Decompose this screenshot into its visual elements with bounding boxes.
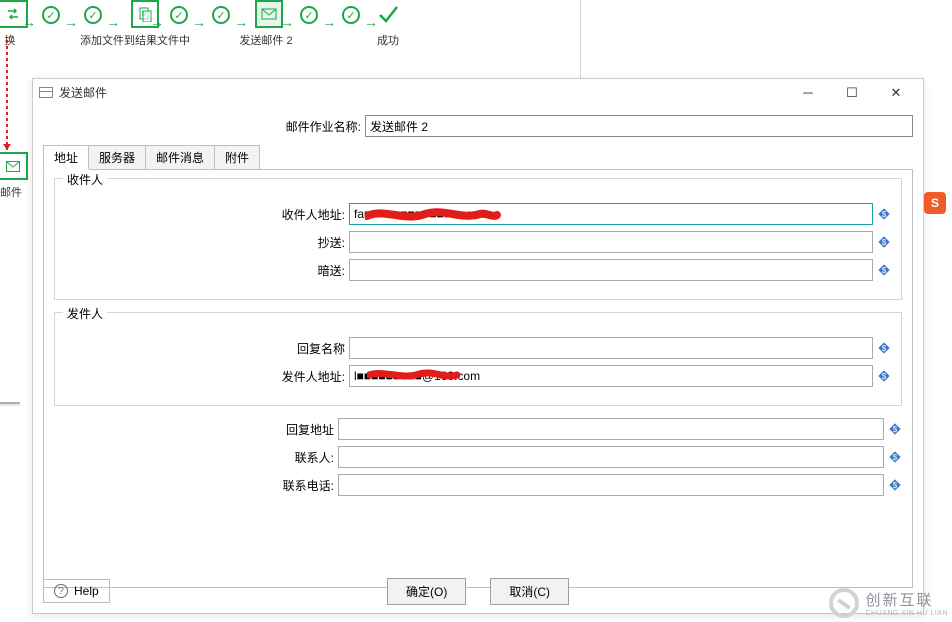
phone-input[interactable] (338, 474, 884, 496)
arrow-icon: → (280, 14, 294, 30)
maximize-button[interactable]: ☐ (839, 83, 865, 103)
svg-text:$: $ (893, 453, 898, 462)
workflow-node-addfile[interactable]: 添加文件到结果文件中 (110, 0, 180, 48)
job-name-label: 邮件作业名称: (43, 118, 365, 135)
bcc-input[interactable] (349, 259, 873, 281)
node-label: 成功 (368, 32, 408, 48)
bcc-label: 暗送: (65, 262, 349, 279)
phone-label: 联系电话: (54, 477, 338, 494)
variable-button[interactable]: $ (877, 263, 891, 277)
dialog-titlebar: 发送邮件 ─ ☐ ✕ (33, 79, 923, 107)
variable-button[interactable]: $ (877, 235, 891, 249)
send-mail-dialog: 发送邮件 ─ ☐ ✕ 邮件作业名称: 地址 服务器 邮件消息 附件 收件人 收件… (32, 78, 924, 614)
check-icon: ✓ (170, 6, 188, 24)
job-name-input[interactable] (365, 115, 913, 137)
brand-name-cn: 创新互联 (865, 589, 948, 610)
contact-input[interactable] (338, 446, 884, 468)
reply-name-input[interactable] (349, 337, 873, 359)
tab-panel-address: 收件人 收件人地址: $ 抄送: $ 暗送: $ (43, 170, 913, 588)
tab-bar: 地址 服务器 邮件消息 附件 (43, 145, 913, 170)
sogou-ime-icon[interactable]: S (924, 192, 946, 214)
node-label: 邮件 (0, 184, 28, 200)
variable-button[interactable]: $ (877, 341, 891, 355)
variable-button[interactable]: $ (888, 450, 902, 464)
node-label: 添加文件到结果文件中 (80, 32, 180, 48)
from-input[interactable] (349, 365, 873, 387)
help-icon: ? (54, 584, 68, 598)
variable-button[interactable]: $ (888, 422, 902, 436)
check-icon: ✓ (42, 6, 60, 24)
svg-text:$: $ (882, 372, 887, 381)
tab-attachment[interactable]: 附件 (214, 145, 260, 169)
ok-button[interactable]: 确定(O) (387, 578, 466, 605)
help-button[interactable]: ? Help (43, 579, 110, 603)
variable-button[interactable]: $ (877, 369, 891, 383)
reply-addr-label: 回复地址 (54, 421, 338, 438)
mail-icon (261, 8, 277, 20)
arrow-icon: → (192, 14, 206, 30)
sender-group: 发件人 回复名称 $ 发件人地址: $ (54, 312, 902, 406)
svg-text:$: $ (882, 238, 887, 247)
svg-text:$: $ (882, 344, 887, 353)
close-button[interactable]: ✕ (883, 83, 909, 103)
tab-address[interactable]: 地址 (43, 145, 89, 170)
reply-name-label: 回复名称 (65, 340, 349, 357)
tab-message[interactable]: 邮件消息 (145, 145, 215, 169)
workflow-node-partial[interactable]: 换 (0, 0, 20, 48)
minimize-button[interactable]: ─ (795, 83, 821, 103)
dialog-footer: ? Help 确定(O) 取消(C) (43, 579, 913, 603)
arrow-icon: → (322, 14, 336, 30)
checkmark-icon (376, 2, 400, 26)
workflow-node-mail-side[interactable]: 邮件 (0, 152, 28, 200)
connector-line (3, 40, 13, 150)
cc-label: 抄送: (65, 234, 349, 251)
node-label: 换 (0, 32, 20, 48)
brand-name-py: CHUANG XIN HU LIAN (865, 610, 948, 617)
dialog-title: 发送邮件 (59, 84, 107, 101)
variable-button[interactable]: $ (888, 478, 902, 492)
svg-text:$: $ (893, 481, 898, 490)
group-title: 发件人 (63, 305, 107, 322)
arrow-icon: → (22, 14, 36, 30)
brand-watermark: 创新互联 CHUANG XIN HU LIAN (829, 588, 948, 618)
recipient-group: 收件人 收件人地址: $ 抄送: $ 暗送: $ (54, 178, 902, 300)
to-label: 收件人地址: (65, 206, 349, 223)
variable-button[interactable]: $ (877, 207, 891, 221)
group-title: 收件人 (63, 171, 107, 188)
tab-server[interactable]: 服务器 (88, 145, 146, 169)
check-icon: ✓ (212, 6, 230, 24)
help-label: Help (74, 584, 99, 598)
mail-icon (39, 87, 53, 98)
node-label: 发送邮件 2 (238, 32, 294, 48)
arrow-icon: → (64, 14, 78, 30)
svg-text:$: $ (893, 425, 898, 434)
arrow-icon: → (150, 14, 164, 30)
mail-icon (6, 161, 20, 172)
divider (0, 402, 20, 406)
to-input[interactable] (349, 203, 873, 225)
brand-logo-icon (829, 588, 859, 618)
check-icon: ✓ (84, 6, 102, 24)
check-icon: ✓ (300, 6, 318, 24)
svg-text:$: $ (882, 210, 887, 219)
from-label: 发件人地址: (65, 368, 349, 385)
workflow-node-success[interactable]: 成功 (368, 0, 408, 48)
reply-addr-input[interactable] (338, 418, 884, 440)
check-icon: ✓ (342, 6, 360, 24)
swap-icon (6, 7, 20, 21)
contact-label: 联系人: (54, 449, 338, 466)
cancel-button[interactable]: 取消(C) (490, 578, 569, 605)
divider (580, 0, 581, 80)
svg-text:$: $ (882, 266, 887, 275)
cc-input[interactable] (349, 231, 873, 253)
